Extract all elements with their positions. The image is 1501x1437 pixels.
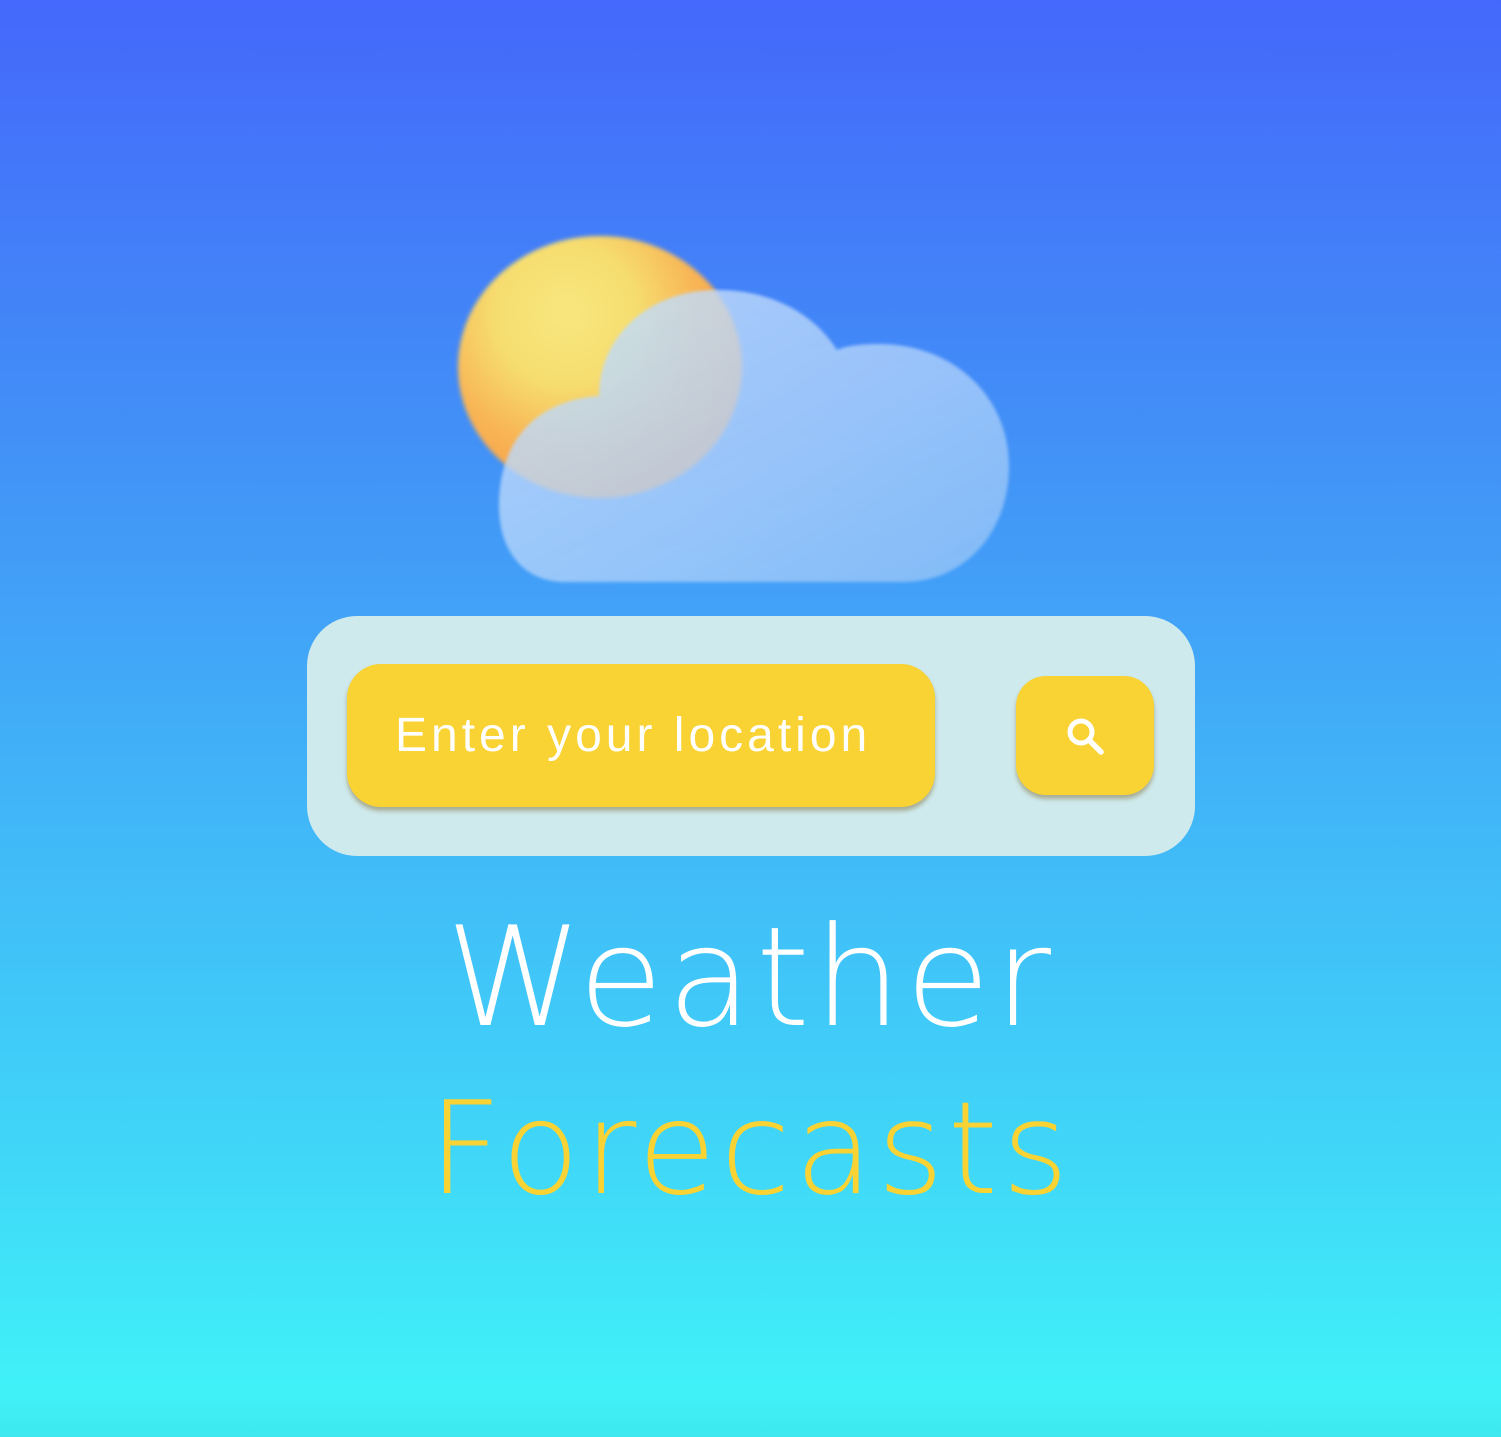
cloud-icon: [499, 290, 1009, 582]
partly-cloudy-icon: [440, 220, 1040, 600]
search-button[interactable]: [1016, 676, 1154, 795]
app-title-forecasts: Forecasts: [428, 1075, 1073, 1224]
search-panel: [307, 616, 1195, 856]
app-title-weather: Weather: [445, 897, 1056, 1058]
search-icon: [1067, 718, 1104, 755]
weather-app-screen: Weather Forecasts: [0, 0, 1501, 1437]
location-input[interactable]: [347, 664, 935, 807]
